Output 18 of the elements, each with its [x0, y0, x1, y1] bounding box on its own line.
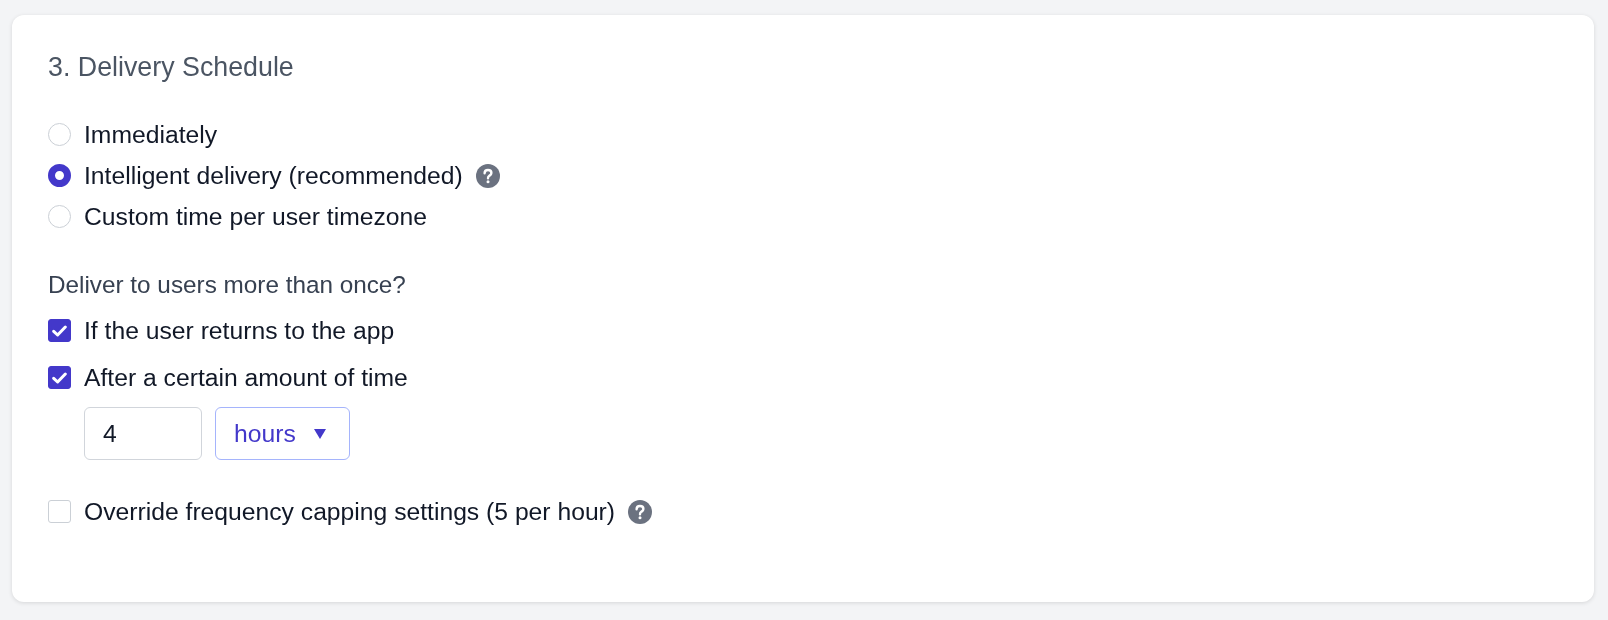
option-label[interactable]: Custom time per user timezone — [84, 202, 427, 231]
option-label[interactable]: If the user returns to the app — [84, 316, 395, 345]
unit-dropdown[interactable]: hours — [215, 407, 350, 460]
checkbox[interactable] — [48, 366, 71, 389]
option-label[interactable]: Intelligent delivery (recommended) — [84, 161, 463, 190]
option-label[interactable]: Override frequency capping settings (5 per hour) — [84, 497, 616, 526]
radio-button[interactable] — [48, 164, 71, 187]
checkbox[interactable] — [48, 319, 71, 342]
checkmark-icon — [52, 324, 67, 337]
question-text: Deliver to users more than once? — [48, 270, 407, 300]
section-title: 3. Delivery Schedule — [48, 51, 295, 83]
option-label[interactable]: Immediately — [84, 120, 218, 149]
caret-icon — [313, 428, 326, 439]
help-icon[interactable] — [475, 163, 500, 188]
checkmark-icon — [52, 371, 67, 384]
number-field[interactable]: 4 — [84, 407, 202, 460]
option-label[interactable]: After a certain amount of time — [84, 363, 408, 392]
help-icon[interactable] — [628, 499, 653, 524]
